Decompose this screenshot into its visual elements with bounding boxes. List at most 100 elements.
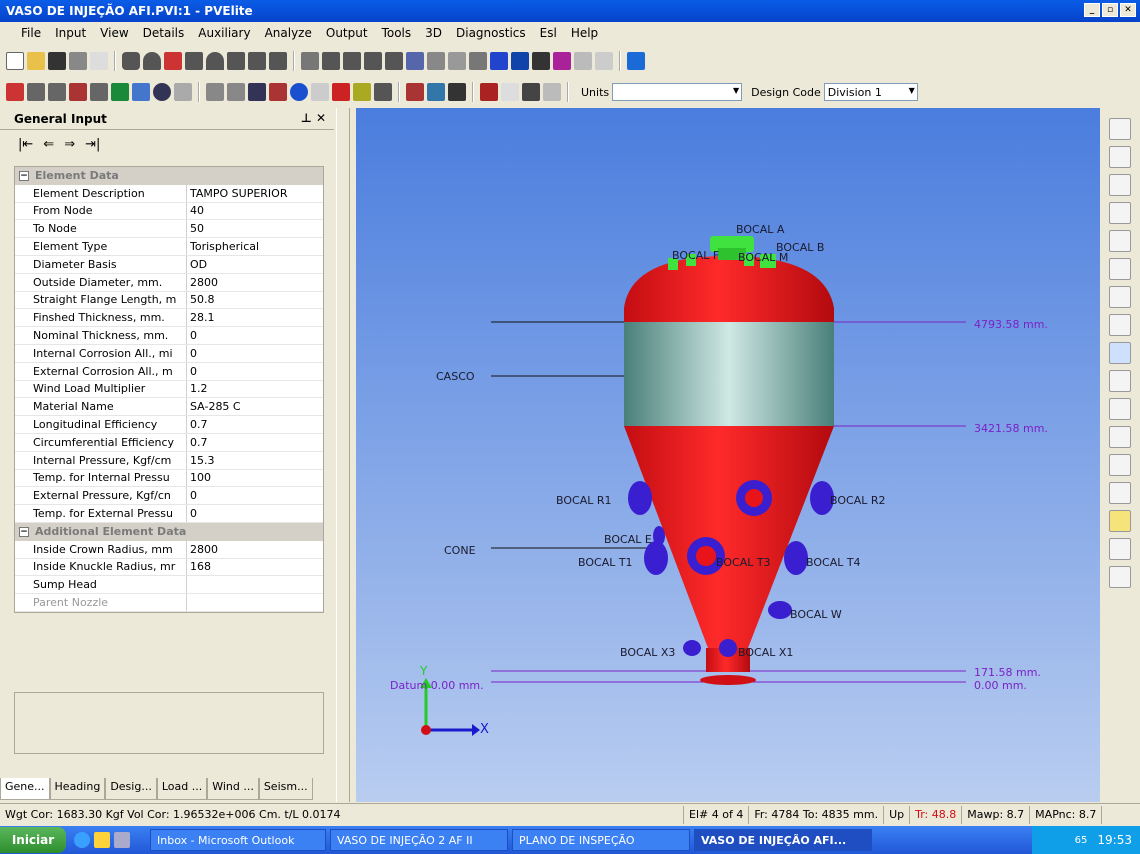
next-icon[interactable]: ⇒ [64,137,75,152]
property-value[interactable]: 50 [187,220,323,237]
pdf-icon[interactable] [332,83,350,101]
property-value[interactable]: 100 [187,470,323,487]
menu-analyze[interactable]: Analyze [258,26,319,40]
start-button[interactable]: Iniciar [0,827,66,853]
property-value[interactable]: 2800 [187,274,323,291]
property-row[interactable]: Sump Head [15,576,323,595]
property-row[interactable]: External Pressure, Kgf/cn 0 [15,487,323,506]
tool-icon[interactable] [543,83,561,101]
desktop-icon[interactable] [114,832,130,848]
layout-icon[interactable] [448,83,466,101]
print-icon[interactable] [69,52,87,70]
new-file-icon[interactable] [6,52,24,70]
tab-design[interactable]: Desig... [105,778,157,800]
render-icon[interactable] [1109,566,1131,588]
detail-globe-icon[interactable] [153,83,171,101]
tab-wind[interactable]: Wind ... [207,778,259,800]
property-value[interactable]: 2800 [187,541,323,558]
walk-icon[interactable] [480,83,498,101]
platform-icon[interactable] [427,52,445,70]
property-row[interactable]: Wind Load Multiplier 1.2 [15,380,323,399]
lining-icon[interactable] [469,52,487,70]
property-row[interactable]: Temp. for External Pressu 0 [15,505,323,523]
menu-esl[interactable]: Esl [533,26,564,40]
property-row[interactable]: Inside Crown Radius, mm 2800 [15,540,323,559]
property-row[interactable]: Material Name SA-285 C [15,398,323,417]
pin-close-icon[interactable]: ⊥ ✕ [301,111,326,125]
sphere-icon[interactable] [290,83,308,101]
property-value[interactable]: 0 [187,327,323,344]
property-value[interactable]: 1.2 [187,381,323,398]
cone-icon[interactable] [185,52,203,70]
detail-table-icon[interactable] [111,83,129,101]
zoom-window-icon[interactable] [1109,286,1131,308]
chart-icon[interactable] [511,52,529,70]
last-icon[interactable]: ⇥| [85,137,100,152]
flange-icon[interactable] [164,52,182,70]
half-pipe-icon[interactable] [206,83,224,101]
task-outlook[interactable]: Inbox - Microsoft Outlook [150,829,326,851]
lift-icon[interactable] [269,83,287,101]
outlook-quick-icon[interactable] [94,832,110,848]
task-plano[interactable]: PLANO DE INSPEÇÃO [512,829,690,851]
grid-icon[interactable] [1109,510,1131,532]
tray-icon[interactable] [385,52,403,70]
tab-seismic[interactable]: Seism... [258,778,313,800]
view-left-icon[interactable] [1109,202,1131,224]
detail-pipe-icon[interactable] [27,83,45,101]
property-value[interactable]: 0.7 [187,434,323,451]
splitter-bar[interactable] [336,108,350,802]
body-flange-icon[interactable] [269,52,287,70]
property-value[interactable]: OD [187,256,323,273]
property-value[interactable]: 0 [187,487,323,504]
design-code-select[interactable]: Division 1 ▼ [823,83,918,101]
3d-viewport[interactable]: BOCAL A BOCAL B BOCAL F BOCAL M CASCO CO… [356,108,1100,802]
view-iso-icon[interactable] [1109,118,1131,140]
menu-input[interactable]: Input [48,26,93,40]
property-row[interactable]: Diameter Basis OD [15,255,323,274]
pan-hand-icon[interactable] [1109,370,1131,392]
detail-zoom-icon[interactable] [132,83,150,101]
close-button[interactable]: ✕ [1120,3,1136,17]
property-value[interactable]: Torispherical [187,238,323,255]
nozzle-icon[interactable] [248,52,266,70]
graph-icon[interactable] [627,52,645,70]
clip-icon[interactable] [227,83,245,101]
list-icon[interactable] [522,83,540,101]
property-row[interactable]: Internal Pressure, Kgf/cm 15.3 [15,451,323,470]
menu-auxiliary[interactable]: Auxiliary [191,26,257,40]
property-value[interactable]: SA-285 C [187,398,323,415]
detail-ladder-icon[interactable] [69,83,87,101]
check-icon[interactable] [501,83,519,101]
function-icon[interactable] [311,83,329,101]
menu-3d[interactable]: 3D [418,26,449,40]
property-row[interactable]: Element Description TAMPO SUPERIOR [15,184,323,203]
view-top-icon[interactable] [1109,258,1131,280]
menu-file[interactable]: File [14,26,48,40]
detail-angle-icon[interactable] [174,83,192,101]
ring-icon[interactable] [301,52,319,70]
view-front-icon[interactable] [1109,146,1131,168]
view-back-icon[interactable] [1109,174,1131,196]
detail-nozzle-icon[interactable] [6,83,24,101]
menu-help[interactable]: Help [564,26,605,40]
save-icon[interactable] [48,52,66,70]
support-icon[interactable] [248,83,266,101]
weight-icon[interactable] [532,52,550,70]
detail-platform-icon[interactable] [48,83,66,101]
window-icon[interactable] [427,83,445,101]
detail-leg-icon[interactable] [90,83,108,101]
property-value[interactable]: 0.7 [187,416,323,433]
property-value[interactable]: 50.8 [187,292,323,309]
help-icon[interactable] [90,52,108,70]
property-value[interactable]: 0 [187,363,323,380]
collapse-icon[interactable]: − [19,170,29,181]
run-icon[interactable] [574,52,592,70]
insulation-icon[interactable] [448,52,466,70]
light-icon[interactable] [1109,538,1131,560]
packing-icon[interactable] [406,52,424,70]
property-value[interactable] [187,576,323,593]
property-value[interactable]: 28.1 [187,309,323,326]
property-row[interactable]: Straight Flange Length, m 50.8 [15,291,323,310]
property-value[interactable]: 0 [187,345,323,362]
